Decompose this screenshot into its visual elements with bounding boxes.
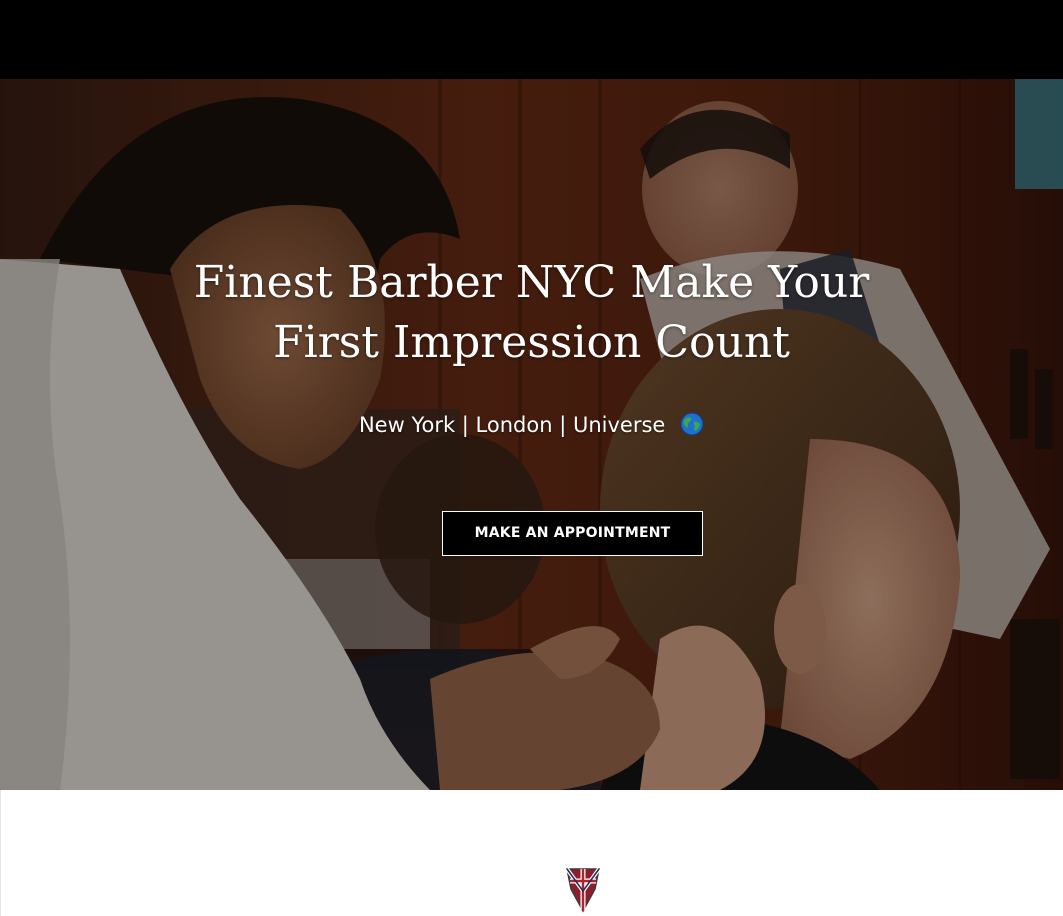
hero-section: Finest Barber NYC Make Your First Impres…: [0, 79, 1063, 790]
globe-icon: [680, 412, 704, 436]
make-appointment-button[interactable]: MAKE AN APPOINTMENT: [442, 511, 703, 556]
union-jack-shield-icon: [565, 867, 601, 913]
lower-section: [0, 790, 1063, 916]
hero-subtitle: New York | London | Universe: [250, 410, 813, 440]
hero-subtitle-text: New York | London | Universe: [358, 413, 666, 437]
top-bar: [0, 0, 1063, 79]
hero-title: Finest Barber NYC Make Your First Impres…: [193, 257, 870, 368]
